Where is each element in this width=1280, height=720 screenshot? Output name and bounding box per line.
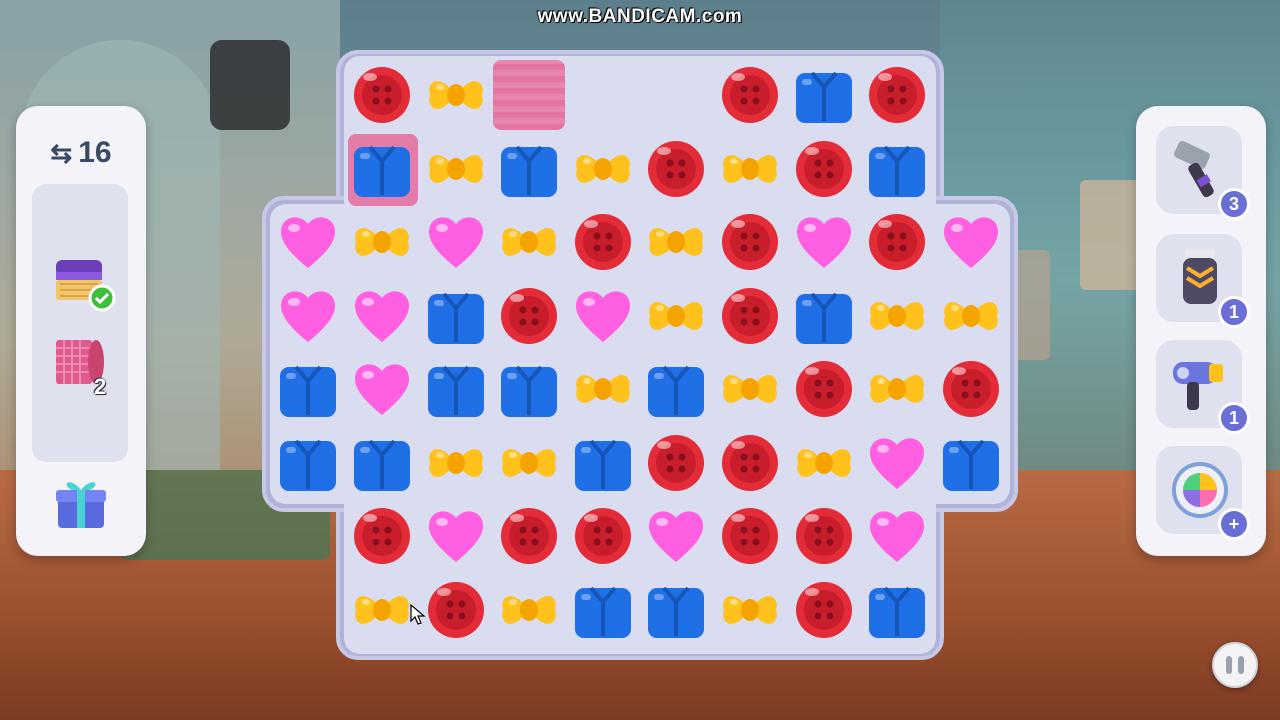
shirt-tile-icon[interactable]	[792, 284, 856, 348]
hair-dryer-count-badge: 1	[1218, 402, 1250, 434]
heart-tile-icon[interactable]	[571, 284, 635, 348]
heart-tile-icon[interactable]	[424, 210, 488, 274]
goal-chest-item	[52, 254, 116, 312]
bow-tile-icon[interactable]	[865, 284, 929, 348]
shirt-tile-icon[interactable]	[865, 137, 929, 201]
rug-icon	[56, 340, 104, 384]
bow-tile-icon[interactable]	[424, 431, 488, 495]
pause-icon-bar-left	[1226, 656, 1232, 674]
recording-watermark: www.BANDICAM.com	[537, 6, 743, 27]
shirt-tile-icon[interactable]	[350, 431, 414, 495]
button-tile-icon[interactable]	[792, 357, 856, 421]
button-tile-icon[interactable]	[792, 578, 856, 642]
heart-tile-icon[interactable]	[276, 284, 340, 348]
button-tile-icon[interactable]	[865, 210, 929, 274]
button-tile-icon[interactable]	[644, 137, 708, 201]
heart-tile-icon[interactable]	[424, 504, 488, 568]
heart-tile-icon[interactable]	[865, 504, 929, 568]
goal-rug-item: 2	[52, 334, 106, 399]
button-tile-icon[interactable]	[865, 63, 929, 127]
shuffle-add-badge: +	[1218, 508, 1250, 540]
shirt-tile-icon[interactable]	[939, 431, 1003, 495]
booster-hair-dryer-button[interactable]: 1	[1156, 340, 1250, 434]
bow-tile-icon[interactable]	[718, 357, 782, 421]
shaver-count-badge: 1	[1218, 296, 1250, 328]
button-tile-icon[interactable]	[718, 210, 782, 274]
button-tile-icon[interactable]	[350, 63, 414, 127]
heart-tile-icon[interactable]	[350, 357, 414, 421]
button-tile-icon[interactable]	[718, 284, 782, 348]
boosters-panel: 3 1 1 +	[1136, 106, 1266, 556]
booster-shaver-button[interactable]: 1	[1156, 234, 1250, 328]
shirt-tile-icon[interactable]	[424, 284, 488, 348]
bow-tile-icon[interactable]	[424, 63, 488, 127]
heart-tile-icon[interactable]	[644, 504, 708, 568]
pause-button[interactable]	[1212, 642, 1258, 688]
button-tile-icon[interactable]	[350, 504, 414, 568]
bow-tile-icon[interactable]	[497, 210, 561, 274]
button-tile-icon[interactable]	[792, 137, 856, 201]
moves-value: 16	[78, 136, 112, 169]
level-goals-panel: ⇆ 16 2	[16, 106, 146, 556]
booster-shuffle-button[interactable]: +	[1156, 446, 1250, 540]
gift-box-button[interactable]	[52, 474, 110, 532]
button-tile-icon[interactable]	[718, 63, 782, 127]
shirt-tile-icon[interactable]	[497, 357, 561, 421]
shirt-tile-icon[interactable]	[276, 431, 340, 495]
bow-tile-icon[interactable]	[718, 578, 782, 642]
button-tile-icon[interactable]	[497, 284, 561, 348]
bow-tile-icon[interactable]	[424, 137, 488, 201]
bow-tile-icon[interactable]	[497, 578, 561, 642]
bow-tile-icon[interactable]	[865, 357, 929, 421]
heart-tile-icon[interactable]	[865, 431, 929, 495]
bow-tile-icon[interactable]	[644, 284, 708, 348]
button-tile-icon[interactable]	[424, 578, 488, 642]
moves-swap-icon: ⇆	[50, 138, 73, 168]
heart-tile-icon[interactable]	[276, 210, 340, 274]
booster-hammer-button[interactable]: 3	[1156, 126, 1250, 220]
pause-icon-bar-right	[1238, 656, 1244, 674]
bow-tile-icon[interactable]	[792, 431, 856, 495]
shirt-tile-icon[interactable]	[644, 578, 708, 642]
shirt-tile-icon[interactable]	[276, 357, 340, 421]
background-lamp	[210, 40, 290, 130]
hammer-count-badge: 3	[1218, 188, 1250, 220]
goals-list: 2	[32, 184, 128, 462]
button-tile-icon[interactable]	[497, 504, 561, 568]
rug-tile-obstacle	[493, 60, 566, 130]
shirt-tile-icon[interactable]	[792, 63, 856, 127]
shirt-tile-icon[interactable]	[424, 357, 488, 421]
shirt-tile-icon[interactable]	[350, 137, 414, 201]
shirt-tile-icon[interactable]	[497, 137, 561, 201]
bow-tile-icon[interactable]	[350, 210, 414, 274]
shirt-tile-icon[interactable]	[571, 578, 635, 642]
shirt-tile-icon[interactable]	[571, 431, 635, 495]
bow-tile-icon[interactable]	[350, 578, 414, 642]
button-tile-icon[interactable]	[718, 504, 782, 568]
button-tile-icon[interactable]	[571, 504, 635, 568]
heart-tile-icon[interactable]	[939, 210, 1003, 274]
shirt-tile-icon[interactable]	[865, 578, 929, 642]
gift-icon	[56, 482, 106, 528]
button-tile-icon[interactable]	[571, 210, 635, 274]
bow-tile-icon[interactable]	[939, 284, 1003, 348]
bow-tile-icon[interactable]	[497, 431, 561, 495]
moves-counter: ⇆ 16	[16, 136, 146, 170]
bow-tile-icon[interactable]	[571, 137, 635, 201]
shirt-tile-icon[interactable]	[644, 357, 708, 421]
button-tile-icon[interactable]	[718, 431, 782, 495]
button-tile-icon[interactable]	[644, 431, 708, 495]
bow-tile-icon[interactable]	[644, 210, 708, 274]
button-tile-icon[interactable]	[939, 357, 1003, 421]
bow-tile-icon[interactable]	[718, 137, 782, 201]
rug-remaining-count: 2	[94, 374, 107, 399]
mouse-cursor-icon	[410, 604, 426, 625]
button-tile-icon[interactable]	[792, 504, 856, 568]
heart-tile-icon[interactable]	[350, 284, 414, 348]
heart-tile-icon[interactable]	[792, 210, 856, 274]
bow-tile-icon[interactable]	[571, 357, 635, 421]
chest-icon	[56, 260, 116, 312]
